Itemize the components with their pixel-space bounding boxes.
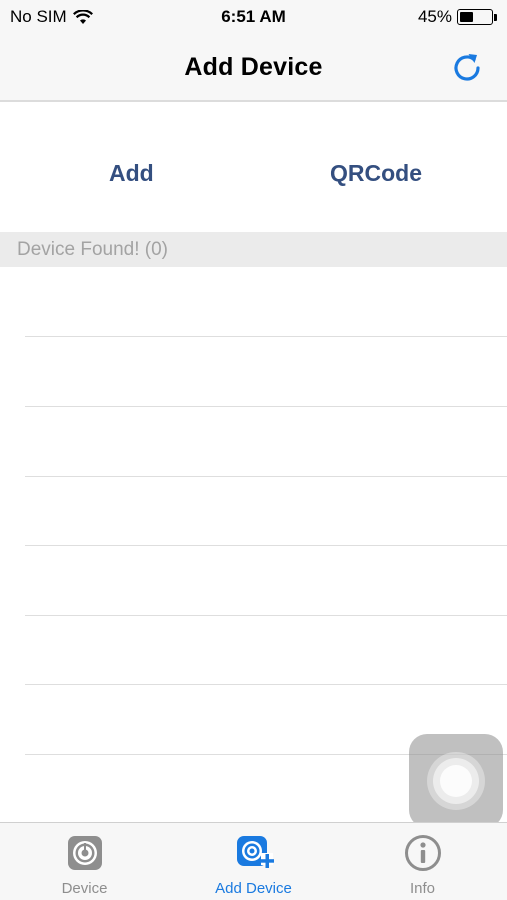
list-row xyxy=(25,615,507,685)
status-battery-group: 45% xyxy=(418,7,497,27)
status-bar: No SIM 6:51 AM 45% xyxy=(0,0,507,36)
device-found-label: Device Found! (0) xyxy=(17,239,169,260)
list-row xyxy=(25,407,507,477)
list-row xyxy=(25,337,507,407)
tab-bar: Device Add Device Info xyxy=(0,822,507,900)
assistive-touch-center xyxy=(440,765,472,797)
refresh-button[interactable] xyxy=(449,50,485,86)
action-row: Add QRCode xyxy=(0,104,507,232)
tab-device-label: Device xyxy=(61,880,108,897)
page-title: Add Device xyxy=(184,53,323,81)
battery-level xyxy=(460,12,474,22)
battery-percent: 45% xyxy=(417,7,452,26)
camera-add-icon xyxy=(236,836,274,868)
list-row xyxy=(25,476,507,546)
list-row xyxy=(25,267,507,337)
info-icon xyxy=(404,835,441,871)
navigation-bar: Add Device xyxy=(0,36,507,102)
device-found-header: Device Found! (0) xyxy=(0,232,507,267)
tab-info[interactable]: Info xyxy=(338,823,507,900)
tab-device[interactable]: Device xyxy=(0,823,169,900)
assistive-touch-button[interactable] xyxy=(409,734,503,828)
tab-add-device[interactable]: Add Device xyxy=(169,823,338,900)
tab-add-device-label: Add Device xyxy=(215,880,292,897)
refresh-icon xyxy=(454,54,480,81)
battery-icon xyxy=(457,9,493,25)
battery-nub xyxy=(494,13,497,21)
add-button[interactable]: Add xyxy=(109,160,154,187)
camera-icon xyxy=(67,836,102,870)
list-row xyxy=(25,546,507,616)
tab-info-label: Info xyxy=(409,880,436,897)
qrcode-button[interactable]: QRCode xyxy=(330,160,422,187)
